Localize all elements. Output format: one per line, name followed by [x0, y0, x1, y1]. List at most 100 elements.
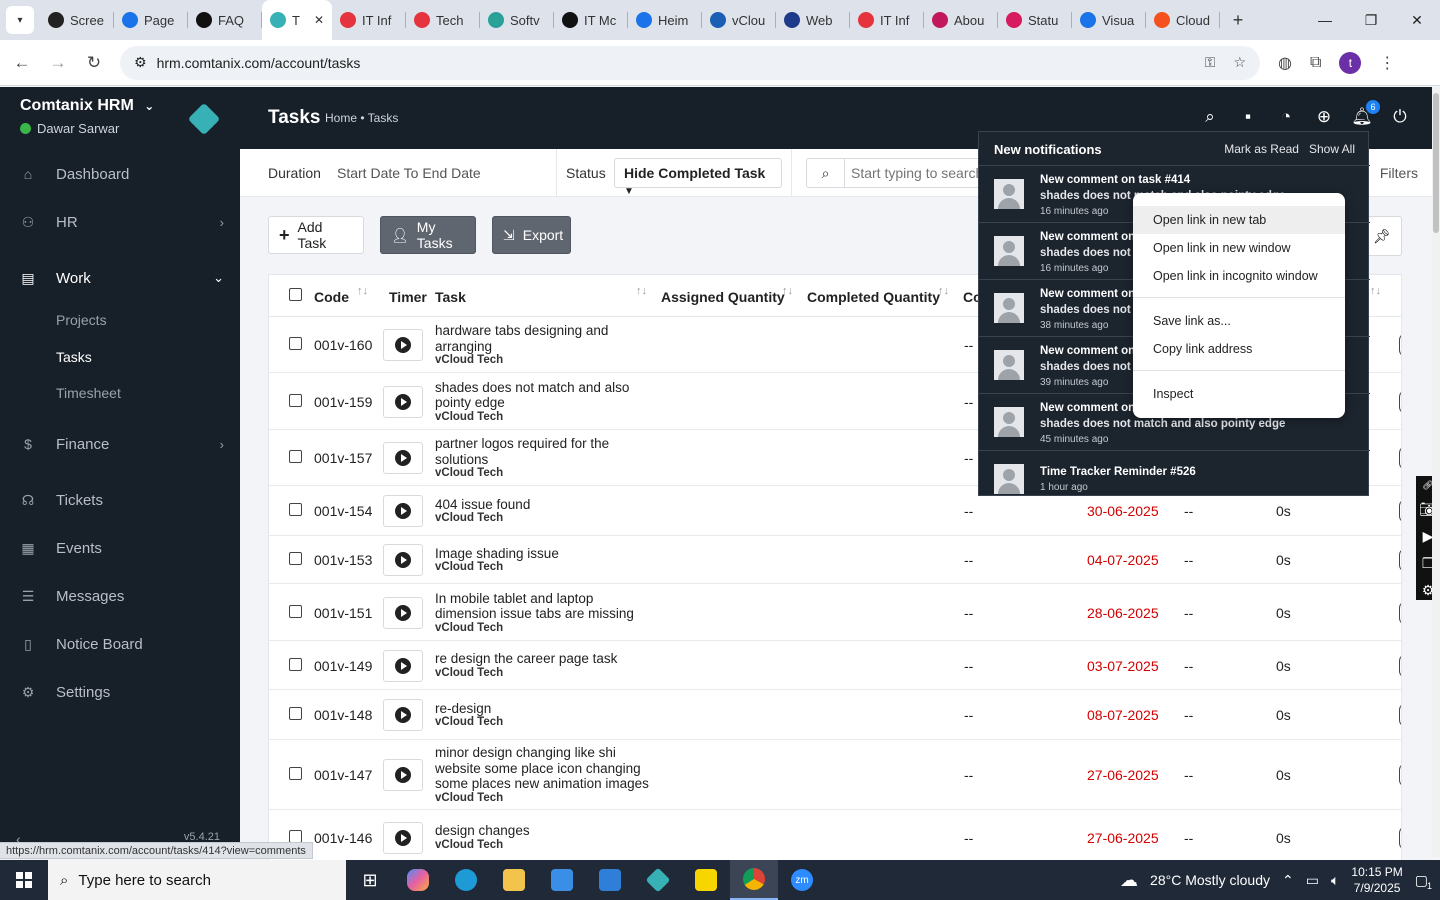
task-title-link[interactable]: minor design changing like shi website s…: [435, 745, 655, 792]
mail-icon[interactable]: [586, 860, 634, 900]
tab-search-button[interactable]: ▾: [6, 6, 34, 34]
start-timer-button[interactable]: [383, 544, 423, 576]
sidebar-item-notice-board[interactable]: ▯ Notice Board: [0, 624, 240, 664]
sidebar-subitem-projects[interactable]: Projects: [56, 312, 107, 328]
row-checkbox[interactable]: [289, 604, 302, 621]
browser-tab[interactable]: vClou: [702, 0, 776, 40]
start-timer-button[interactable]: [383, 495, 423, 527]
add-task-button[interactable]: + Add Task: [268, 216, 364, 254]
sort-icon[interactable]: ↑↓: [938, 285, 949, 297]
task-title-link[interactable]: In mobile tablet and laptop dimension is…: [435, 591, 655, 622]
chrome-icon[interactable]: [730, 860, 778, 900]
task-code[interactable]: 001v-146: [314, 830, 372, 846]
inspect-item[interactable]: Inspect: [1133, 380, 1345, 408]
table-row[interactable]: 001v-153 Image shading issue vCloud Tech --…: [269, 536, 1401, 584]
task-code[interactable]: 001v-151: [314, 605, 372, 621]
volume-icon[interactable]: 🔈︎: [1331, 872, 1339, 889]
browser-tab[interactable]: FAQ: [188, 0, 262, 40]
sidebar-item-settings[interactable]: ⚙ Settings: [0, 672, 240, 712]
start-timer-button[interactable]: [383, 699, 423, 731]
sort-icon[interactable]: ↑↓: [636, 285, 647, 297]
minimize-button[interactable]: —: [1302, 0, 1348, 40]
column-assigned-quantity[interactable]: Assigned Quantity: [661, 289, 785, 305]
task-title-link[interactable]: re design the career page task: [435, 651, 655, 667]
table-row[interactable]: 001v-148 re-design vCloud Tech -- 08-07-2025…: [269, 690, 1401, 740]
task-code[interactable]: 001v-160: [314, 337, 372, 353]
translate-icon[interactable]: ◍: [1278, 53, 1292, 73]
export-button[interactable]: ⇲ Export: [492, 216, 571, 254]
task-title-link[interactable]: 404 issue found: [435, 497, 655, 513]
browser-tab[interactable]: Page: [114, 0, 188, 40]
sort-icon[interactable]: ↑↓: [782, 285, 793, 297]
copy-link-item[interactable]: Copy link address: [1133, 335, 1345, 363]
table-row[interactable]: 001v-146 design changes vCloud Tech -- 27-06…: [269, 810, 1401, 863]
row-checkbox[interactable]: [289, 552, 302, 568]
start-timer-button[interactable]: [383, 385, 423, 418]
column-task[interactable]: Task: [435, 289, 466, 305]
row-action-toggle[interactable]: [1399, 763, 1401, 787]
close-tab-icon[interactable]: ✕: [314, 13, 324, 27]
edge-icon[interactable]: [442, 860, 490, 900]
row-checkbox[interactable]: [289, 450, 302, 466]
task-title-link[interactable]: re-design: [435, 701, 655, 717]
row-action-toggle[interactable]: [1399, 653, 1401, 678]
taskbar-search[interactable]: ⌕ Type here to search: [48, 860, 346, 900]
task-code[interactable]: 001v-159: [314, 394, 372, 410]
task-title-link[interactable]: hardware tabs designing and arranging: [435, 323, 655, 354]
row-action-toggle[interactable]: [1399, 600, 1401, 625]
sort-icon[interactable]: ↑↓: [357, 285, 368, 297]
open-new-window-item[interactable]: Open link in new window: [1133, 234, 1345, 262]
scrollbar-thumb[interactable]: [1433, 93, 1439, 233]
sidebar-item-work[interactable]: ▤ Work ⌄: [0, 258, 240, 298]
sidebar-item-hr[interactable]: ⚇ HR ›: [0, 202, 240, 242]
browser-tab[interactable]: Statu: [998, 0, 1072, 40]
row-action-toggle[interactable]: [1399, 446, 1401, 470]
my-tasks-button[interactable]: 👤︎ My Tasks: [380, 216, 476, 254]
task-title-link[interactable]: Image shading issue: [435, 546, 655, 562]
browser-tab[interactable]: Web: [776, 0, 850, 40]
browser-tab[interactable]: Tech: [406, 0, 480, 40]
row-action-toggle[interactable]: [1399, 548, 1401, 572]
copilot-icon[interactable]: [394, 860, 442, 900]
select-all-checkbox[interactable]: [289, 288, 302, 304]
row-checkbox[interactable]: [289, 707, 302, 723]
browser-tab[interactable]: Visua: [1072, 0, 1146, 40]
browser-tab[interactable]: IT Inf: [332, 0, 406, 40]
save-link-item[interactable]: Save link as...: [1133, 307, 1345, 335]
browser-tab[interactable]: IT Mc: [554, 0, 628, 40]
row-checkbox[interactable]: [289, 337, 302, 353]
microsoft-store-icon[interactable]: [538, 860, 586, 900]
sidebar-item-dashboard[interactable]: ⌂ Dashboard: [0, 154, 240, 194]
row-checkbox[interactable]: [289, 503, 302, 519]
sidebar-item-messages[interactable]: ☰ Messages: [0, 576, 240, 616]
duration-picker[interactable]: Start Date To End Date: [337, 165, 481, 181]
address-bar[interactable]: ⚙ hrm.comtanix.com/account/tasks ⚿ ☆: [120, 45, 1260, 80]
page-scrollbar[interactable]: [1432, 87, 1440, 857]
sidebar-subitem-timesheet[interactable]: Timesheet: [56, 385, 121, 401]
row-action-toggle[interactable]: [1399, 825, 1401, 850]
open-incognito-item[interactable]: Open link in incognito window: [1133, 262, 1345, 290]
forward-button[interactable]: →: [40, 53, 76, 73]
browser-tab[interactable]: Scree: [40, 0, 114, 40]
row-checkbox[interactable]: [289, 767, 302, 783]
back-button[interactable]: ←: [4, 53, 40, 73]
column-completed-quantity[interactable]: Completed Quantity: [807, 289, 940, 305]
column-code[interactable]: Code: [314, 289, 349, 305]
clock-icon[interactable]: ◔: [1276, 107, 1296, 127]
table-row[interactable]: 001v-147 minor design changing like shi w…: [269, 740, 1401, 810]
row-checkbox[interactable]: [289, 657, 302, 674]
power-icon[interactable]: ⏻: [1390, 107, 1410, 127]
task-code[interactable]: 001v-147: [314, 767, 372, 783]
open-new-tab-item[interactable]: Open link in new tab: [1133, 206, 1345, 234]
bell-icon[interactable]: 🔔︎ 6: [1351, 100, 1380, 127]
row-checkbox[interactable]: [289, 393, 302, 410]
task-title-link[interactable]: shades does not match and also pointy ed…: [435, 380, 655, 411]
start-timer-button[interactable]: [383, 649, 423, 682]
status-select[interactable]: Hide Completed Task ▼: [614, 158, 782, 197]
sticky-note-icon[interactable]: ▪: [1238, 107, 1258, 127]
restore-button[interactable]: ❐: [1348, 0, 1394, 40]
brand-name[interactable]: Comtanix HRM ⌄: [20, 97, 154, 115]
add-circle-icon[interactable]: ⊕: [1314, 107, 1334, 127]
zoom-icon[interactable]: zm: [778, 860, 826, 900]
sidebar-item-tickets[interactable]: ☊ Tickets: [0, 480, 240, 520]
